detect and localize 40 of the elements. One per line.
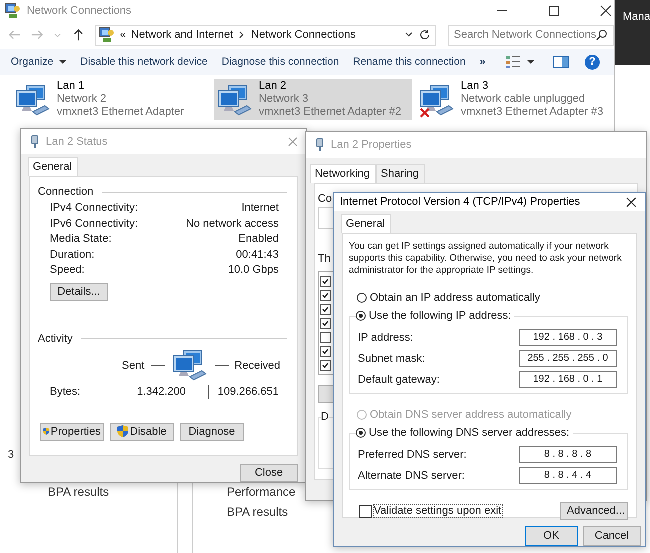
- received-label: Received: [234, 360, 280, 372]
- field-value: Internet: [242, 202, 279, 214]
- connection-name: Lan 3: [461, 80, 490, 93]
- dialog-title: Internet Protocol Version 4 (TCP/IPv4) Properties: [340, 196, 580, 208]
- sent-bytes: 1.342.200: [136, 386, 186, 398]
- adapter-name: vmxnet3 Ethernet Adapter #2: [259, 106, 402, 119]
- field-label: Speed:: [50, 264, 85, 276]
- field-value: 00:41:43: [236, 248, 279, 261]
- connection-name: Lan 2: [259, 80, 288, 93]
- field-label: IP address:: [358, 332, 414, 344]
- received-bytes: 109.266.651: [216, 386, 279, 398]
- field-label: Bytes:: [49, 386, 82, 398]
- section-heading: Activity: [38, 332, 73, 345]
- dialog-title: Lan 2 Properties: [331, 139, 412, 151]
- field-label: Co: [318, 193, 332, 205]
- field-value: 10.0 Gbps: [228, 264, 279, 276]
- field-label: Th: [318, 253, 331, 265]
- field-label: Subnet mask:: [358, 352, 426, 364]
- connection-name: Lan 1: [57, 80, 86, 93]
- connection-status: Network 2: [57, 93, 108, 106]
- connection-status: Network cable unplugged: [461, 93, 586, 106]
- field-value: Enabled: [238, 233, 279, 246]
- field-label: Duration:: [50, 248, 95, 261]
- description-text: You can get IP settings assigned automatically if your network supports this capability. Otherwise, you need to ask your network administrator for the appropriate IP settings.: [349, 241, 623, 277]
- section-heading: Connection: [38, 186, 94, 198]
- connection-status: Network 3: [259, 93, 310, 106]
- field-label: IPv4 Connectivity:: [50, 202, 138, 214]
- group-label: D: [321, 411, 329, 423]
- field-label: Preferred DNS server:: [358, 448, 467, 460]
- sent-label: Sent: [122, 360, 145, 372]
- field-label: Media State:: [50, 233, 112, 246]
- field-label: Default gateway:: [358, 374, 440, 386]
- status-bar-text: 3: [8, 449, 14, 461]
- adapter-name: vmxnet3 Ethernet Adapter: [57, 106, 184, 119]
- field-label: Alternate DNS server:: [358, 470, 465, 482]
- field-value: No network access: [186, 218, 279, 230]
- window-title: Network Connections: [27, 5, 132, 17]
- adapter-name: vmxnet3 Ethernet Adapter #3: [461, 106, 604, 119]
- dialog-title: Lan 2 Status: [46, 136, 108, 148]
- field-label: IPv6 Connectivity:: [50, 218, 138, 230]
